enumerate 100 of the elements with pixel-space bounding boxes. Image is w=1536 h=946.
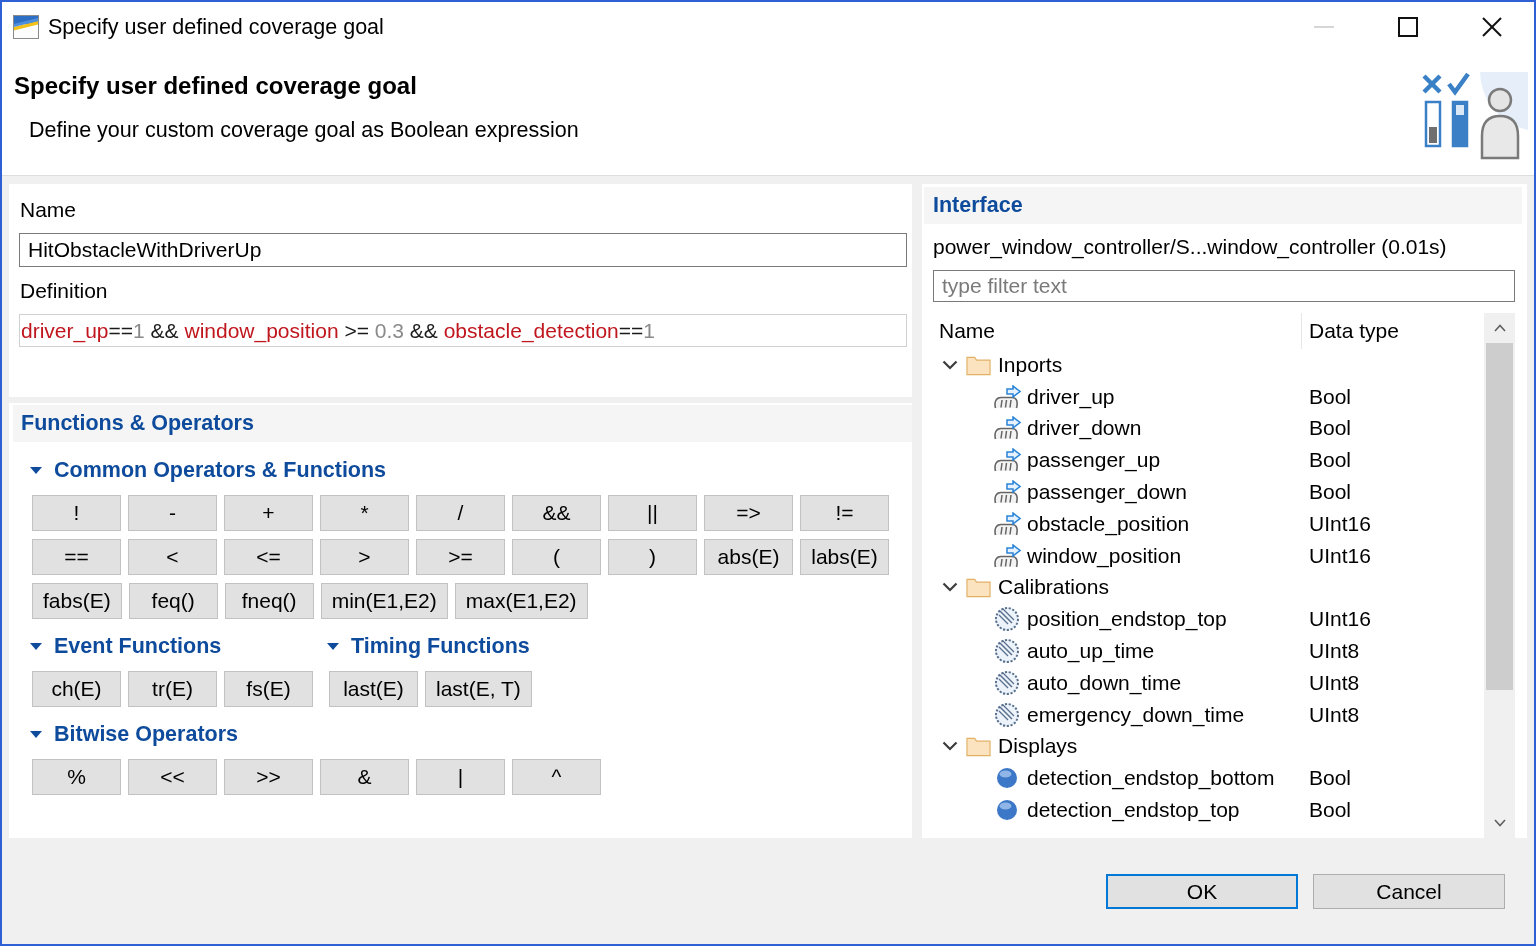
expression-button[interactable]: & (320, 759, 409, 795)
expression-button[interactable]: + (224, 495, 313, 531)
data-type: UInt16 (1308, 542, 1372, 569)
dial-icon (993, 638, 1021, 665)
group-heading: Common Operators & Functions (54, 457, 387, 483)
chevron-down-icon[interactable] (942, 581, 958, 594)
expression-button[interactable]: >> (224, 759, 313, 795)
triangle-down-icon[interactable] (30, 728, 42, 740)
data-type: Bool (1308, 415, 1353, 442)
expression-button[interactable]: tr(E) (128, 671, 217, 707)
column-header[interactable]: Name (933, 313, 1302, 349)
cross-check-bars-person-icon (1420, 72, 1528, 162)
data-type: Bool (1308, 797, 1353, 824)
oval-arrow-icon (993, 543, 1021, 568)
expression-button[interactable]: || (608, 495, 697, 531)
chevron-down-icon[interactable] (942, 740, 958, 753)
group-heading: Bitwise Operators (54, 721, 238, 747)
variable-name[interactable]: passenger_up (1027, 447, 1161, 474)
expression-button[interactable]: | (416, 759, 505, 795)
maximize-icon[interactable] (1398, 17, 1418, 37)
scrollbar-thumb[interactable] (1486, 343, 1513, 690)
oval-arrow-icon (993, 416, 1021, 441)
variable-name[interactable]: detection_endstop_top (1027, 797, 1240, 824)
dial-icon (993, 669, 1021, 696)
expression-button[interactable]: labs(E) (800, 539, 889, 575)
definition-field[interactable]: driver_up==1 && window_position >= 0.3 && obstacle_detection==1 (19, 314, 907, 347)
expression-button[interactable]: <= (224, 539, 313, 575)
column-header[interactable]: Data type (1302, 313, 1484, 349)
expression-button[interactable]: => (704, 495, 793, 531)
variable-name[interactable]: passenger_down (1027, 479, 1187, 506)
expression-button[interactable]: / (416, 495, 505, 531)
data-type: UInt16 (1308, 510, 1372, 537)
section-header: Interface (924, 187, 1522, 224)
section-header: Functions & Operators (13, 405, 912, 442)
expression-button[interactable]: * (320, 495, 409, 531)
variable-name[interactable]: auto_down_time (1027, 669, 1182, 696)
variable-name[interactable]: window_position (1027, 542, 1182, 569)
triangle-down-icon[interactable] (30, 640, 42, 652)
expression-button[interactable]: < (128, 539, 217, 575)
oval-arrow-icon (993, 511, 1021, 536)
expression-button[interactable]: min(E1,E2) (320, 583, 448, 619)
variable-name[interactable]: obstacle_position (1027, 510, 1190, 537)
expression-button[interactable]: != (800, 495, 889, 531)
data-type: UInt8 (1308, 669, 1361, 696)
window-title: Specify user defined coverage goal (48, 14, 384, 40)
expression-button[interactable]: ) (608, 539, 697, 575)
expression-button[interactable]: ch(E) (32, 671, 121, 707)
dialog-button[interactable]: OK (1106, 874, 1298, 909)
oval-arrow-icon (993, 480, 1021, 505)
dialog-button[interactable]: Cancel (1313, 874, 1505, 909)
data-type: Bool (1308, 765, 1353, 792)
expression-button[interactable]: > (320, 539, 409, 575)
variable-name[interactable]: position_endstop_top (1027, 606, 1227, 633)
data-type: UInt8 (1308, 638, 1361, 665)
expression-button[interactable]: ! (32, 495, 121, 531)
close-icon[interactable] (1482, 17, 1502, 37)
scrollbar-track[interactable] (1484, 313, 1515, 838)
filter-field[interactable]: type filter text (933, 270, 1515, 302)
folder-icon (966, 735, 991, 758)
data-type: UInt8 (1308, 701, 1361, 728)
expression-button[interactable]: << (128, 759, 217, 795)
chevron-down-icon[interactable] (942, 358, 958, 371)
group-heading: Event Functions (54, 633, 222, 659)
page-description: Define your custom coverage goal as Boolean expression (29, 117, 579, 143)
expression-button[interactable]: abs(E) (704, 539, 793, 575)
oval-arrow-icon (993, 448, 1021, 473)
expression-button[interactable]: % (32, 759, 121, 795)
dial-icon (993, 606, 1021, 633)
data-type: UInt16 (1308, 606, 1372, 633)
expression-button[interactable]: ( (512, 539, 601, 575)
field-label: Definition (19, 278, 109, 304)
expression-button[interactable]: fs(E) (224, 671, 313, 707)
expression-button[interactable]: fneq() (224, 583, 314, 619)
folder-label[interactable]: Displays (998, 733, 1078, 760)
expression-button[interactable]: last(E) (329, 671, 418, 707)
expression-button[interactable]: last(E, T) (425, 671, 532, 707)
expression-button[interactable]: ^ (512, 759, 601, 795)
data-type: Bool (1308, 479, 1353, 506)
field-label: Name (19, 197, 78, 223)
app-window-icon (13, 15, 39, 39)
expression-button[interactable]: >= (416, 539, 505, 575)
variable-name[interactable]: driver_down (1027, 415, 1142, 442)
page-title: Specify user defined coverage goal (14, 72, 418, 100)
variable-name[interactable]: auto_up_time (1027, 638, 1155, 665)
expression-button[interactable]: fabs(E) (32, 583, 122, 619)
folder-label[interactable]: Inports (998, 351, 1063, 378)
expression-button[interactable]: && (512, 495, 601, 531)
triangle-down-icon[interactable] (327, 640, 339, 652)
variable-name[interactable]: driver_up (1027, 383, 1115, 410)
folder-label[interactable]: Calibrations (998, 574, 1109, 601)
oval-arrow-icon (993, 384, 1021, 409)
name-field[interactable]: HitObstacleWithDriverUp (19, 233, 907, 267)
expression-button[interactable]: feq() (128, 583, 218, 619)
triangle-down-icon[interactable] (30, 464, 42, 476)
variable-name[interactable]: detection_endstop_bottom (1027, 765, 1275, 792)
expression-button[interactable]: == (32, 539, 121, 575)
expression-button[interactable]: max(E1,E2) (454, 583, 588, 619)
variable-name[interactable]: emergency_down_time (1027, 701, 1245, 728)
expression-button[interactable]: - (128, 495, 217, 531)
data-type: Bool (1308, 383, 1353, 410)
